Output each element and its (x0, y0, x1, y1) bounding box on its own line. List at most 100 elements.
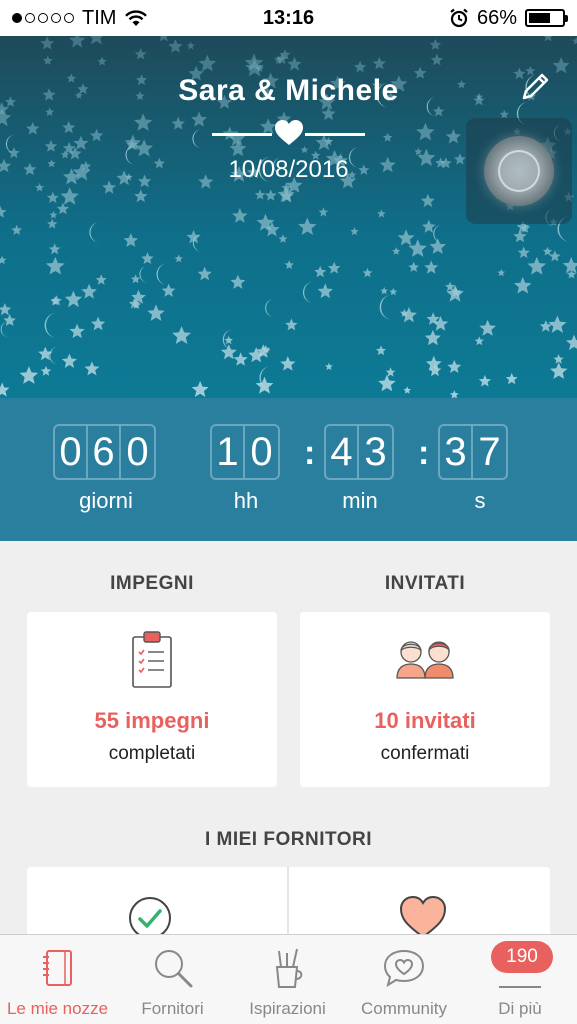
tab-label: Community (361, 999, 447, 1018)
moon-decoration (156, 263, 168, 285)
battery-icon (525, 9, 568, 27)
wedding-header: Sara & Michele 10/08/2016 (0, 36, 577, 398)
star-decoration (327, 261, 341, 274)
days-digit: 6 (88, 426, 121, 478)
hours-label: hh (233, 488, 259, 513)
star-decoration (220, 344, 237, 360)
star-decoration (60, 187, 79, 205)
star-decoration (389, 287, 398, 296)
star-decoration (134, 189, 148, 203)
star-decoration (11, 224, 23, 235)
vendors-section-title: I MIEI FORNITORI (204, 829, 373, 850)
star-decoration (550, 362, 568, 379)
star-decoration (447, 359, 462, 373)
star-decoration (552, 57, 570, 74)
tab-fornitori[interactable]: Fornitori (115, 935, 230, 1024)
clipboard-checklist-icon (132, 631, 172, 688)
hours-digit: 0 (250, 429, 273, 474)
star-decoration (298, 217, 317, 235)
edit-pencil-icon[interactable] (518, 70, 552, 104)
star-decoration (130, 274, 141, 284)
moon-decoration (139, 265, 149, 283)
couple-photo-button[interactable] (466, 118, 572, 224)
guests-card[interactable]: 10 invitati confermati (300, 612, 550, 787)
signal-strength-icon (12, 13, 74, 23)
star-decoration (353, 60, 367, 73)
star-decoration (264, 189, 277, 201)
seconds-digit: 3 (440, 426, 473, 478)
star-decoration (254, 189, 266, 200)
moon-decoration (49, 346, 59, 365)
star-decoration (255, 376, 274, 394)
camera-lens-icon (484, 136, 554, 206)
tab-le-mie-nozze[interactable]: Le mie nozze (0, 935, 115, 1024)
star-decoration (61, 353, 77, 368)
star-decoration (147, 304, 165, 321)
star-decoration (69, 36, 86, 48)
star-decoration (408, 261, 419, 272)
star-decoration (232, 207, 248, 223)
star-decoration (392, 247, 401, 255)
heart-icon (275, 120, 303, 145)
star-decoration (514, 276, 532, 294)
seconds-digit: 7 (478, 429, 501, 474)
star-decoration (565, 334, 577, 350)
notebook-icon (42, 950, 72, 986)
star-decoration (172, 326, 191, 344)
star-decoration (513, 229, 527, 243)
status-left: TIM (12, 7, 148, 30)
star-decoration (380, 287, 388, 295)
tab-label: Fornitori (141, 999, 204, 1018)
star-decoration (197, 266, 212, 281)
star-decoration (553, 354, 564, 364)
wedding-countdown: 0 6 0 1 0 : 4 3 : 3 7 giorni hh min s (0, 398, 577, 541)
star-decoration (233, 352, 248, 366)
star-decoration (19, 366, 39, 384)
favorite-heart-icon[interactable] (399, 895, 447, 939)
star-decoration (318, 207, 329, 217)
days-label: giorni (79, 488, 133, 513)
tasks-caption: completati (108, 743, 196, 764)
star-decoration (64, 290, 83, 308)
star-decoration (400, 307, 417, 323)
star-decoration (73, 135, 89, 150)
star-decoration (81, 283, 97, 299)
star-decoration (0, 382, 10, 397)
star-decoration (123, 233, 139, 247)
star-decoration (424, 329, 441, 346)
star-decoration (141, 252, 154, 264)
star-decoration (3, 314, 16, 326)
minutes-digit: 3 (364, 429, 387, 474)
star-decoration (549, 250, 561, 262)
pencil-cup-icon (275, 948, 302, 988)
star-decoration (408, 239, 427, 257)
star-decoration (134, 48, 147, 60)
star-decoration (174, 254, 183, 263)
star-decoration (300, 145, 309, 154)
moon-decoration (379, 294, 393, 320)
star-decoration (89, 36, 104, 45)
chat-heart-icon (383, 949, 425, 988)
star-decoration (478, 374, 491, 387)
time-separator: : (418, 434, 430, 472)
star-decoration (420, 193, 435, 208)
star-decoration (362, 267, 373, 278)
star-decoration (497, 268, 506, 277)
star-decoration (45, 256, 65, 275)
hours-digit: 1 (212, 426, 245, 478)
tab-community[interactable]: Community (345, 935, 463, 1024)
heart-divider (212, 120, 365, 145)
star-decoration (0, 255, 7, 264)
status-right: 66% (449, 7, 568, 30)
tasks-count: 55 impegni (94, 708, 210, 733)
tasks-card[interactable]: 55 impegni completati (27, 612, 277, 787)
star-decoration (84, 361, 100, 376)
star-decoration (474, 336, 484, 346)
tab-ispirazioni[interactable]: Ispirazioni (230, 935, 345, 1024)
star-decoration (284, 260, 294, 269)
star-decoration (91, 316, 106, 331)
star-decoration (416, 122, 435, 141)
star-decoration (397, 229, 415, 246)
time-separator: : (304, 434, 316, 472)
guests-couple-icon (396, 641, 454, 679)
